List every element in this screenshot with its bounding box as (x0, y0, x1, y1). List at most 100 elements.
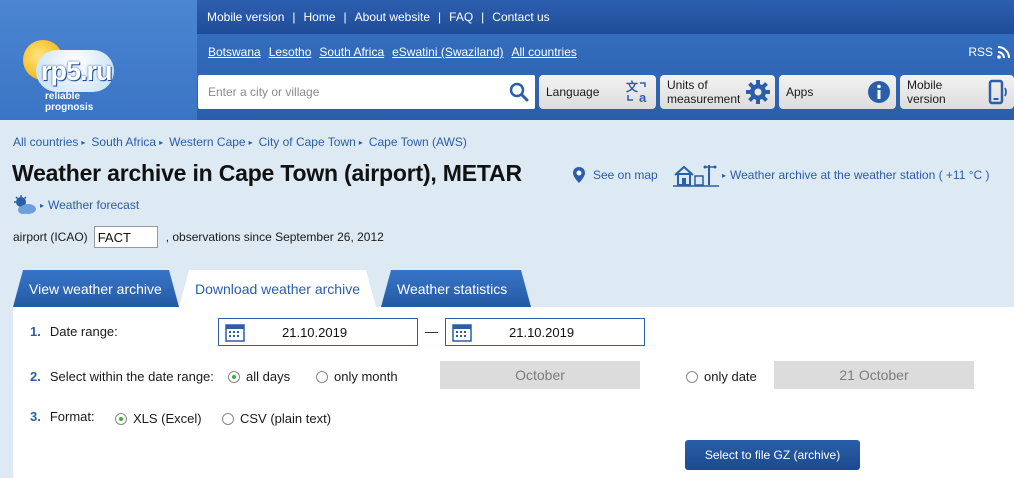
station-archive-label: Weather archive at the weather station (… (730, 168, 990, 182)
radio-dot-selected (228, 370, 240, 383)
units-button[interactable]: Units of measurement (660, 75, 775, 109)
archive-tabs: View weather archive Download weather ar… (0, 270, 1014, 307)
nav-separator: | (481, 10, 485, 24)
date-from-field[interactable]: 21.10.2019 (218, 318, 418, 346)
radio-all-days-label: all days (246, 369, 291, 384)
breadcrumb-all-countries[interactable]: All countries (13, 135, 78, 149)
country-link-eswatini[interactable]: eSwatini (Swaziland) (392, 45, 503, 59)
radio-csv-label: CSV (plain text) (240, 411, 332, 426)
breadcrumb-arrow-icon: ▸ (81, 137, 86, 147)
rss-link[interactable]: RSS (968, 45, 1010, 59)
radio-only-date-label: only date (704, 369, 757, 384)
select-within-label: 2. Select within the date range: (30, 369, 214, 384)
rss-label: RSS (968, 45, 993, 59)
tab-view-weather-archive[interactable]: View weather archive (13, 270, 179, 307)
search-box (198, 75, 535, 109)
see-on-map-link[interactable]: See on map (572, 166, 658, 184)
row-number: 1. (30, 324, 41, 339)
forecast-arrow-icon: ▸ (40, 200, 45, 210)
breadcrumb-arrow-icon: ▸ (358, 137, 363, 147)
breadcrumb-arrow-icon: ▸ (159, 137, 164, 147)
country-link-botswana[interactable]: Botswana (208, 45, 261, 59)
tab-label: View weather archive (29, 280, 162, 297)
units-label-line1: Units of (667, 78, 708, 92)
weather-forecast-label: Weather forecast (48, 198, 140, 212)
mobile-phone-icon (988, 79, 1007, 105)
rss-icon (997, 45, 1010, 59)
icao-field[interactable] (93, 226, 158, 248)
date-range-label: 1. Date range: (30, 324, 118, 339)
weather-forecast-link[interactable]: ▸ Weather forecast (13, 195, 139, 215)
nav-home[interactable]: Home (304, 10, 336, 24)
icao-row: airport (ICAO) , observations since Sept… (13, 226, 384, 248)
nav-faq[interactable]: FAQ (449, 10, 473, 24)
language-button[interactable]: Language 文 a (539, 75, 656, 109)
month-select[interactable]: October (440, 361, 640, 389)
breadcrumb-south-africa[interactable]: South Africa (91, 135, 156, 149)
observations-since: , observations since September 26, 2012 (165, 230, 384, 244)
tab-weather-statistics[interactable]: Weather statistics (381, 270, 531, 307)
date-to-field[interactable]: 21.10.2019 (445, 318, 645, 346)
nav-separator: | (292, 10, 296, 24)
site-logo[interactable]: rp5.ru reliable prognosis (18, 36, 138, 116)
mobile-version-button[interactable]: Mobile version (900, 75, 1014, 109)
tab-download-weather-archive[interactable]: Download weather archive (179, 270, 376, 307)
station-arrow-icon: ▸ (722, 170, 727, 180)
country-link-all[interactable]: All countries (512, 45, 577, 59)
row-number: 2. (30, 369, 41, 384)
weather-station-icon (673, 165, 719, 187)
radio-only-month-label: only month (334, 369, 398, 384)
search-input[interactable] (198, 75, 498, 109)
svg-text:文: 文 (626, 79, 639, 94)
mobile-label-line1: Mobile (907, 78, 943, 92)
radio-dot-selected (115, 412, 127, 425)
nav-separator: | (438, 10, 442, 24)
see-on-map-label: See on map (593, 168, 658, 182)
date-range-text: Date range: (49, 324, 118, 339)
logo-text: rp5.ru (41, 56, 113, 86)
language-label: Language (546, 85, 600, 99)
map-pin-icon (573, 167, 585, 183)
page-title: Weather archive in Cape Town (airport), … (12, 160, 522, 186)
radio-xls[interactable]: XLS (Excel) (115, 411, 202, 426)
country-link-lesotho[interactable]: Lesotho (269, 45, 312, 59)
radio-csv[interactable]: CSV (plain text) (222, 411, 331, 426)
radio-only-date[interactable]: only date (686, 369, 757, 384)
nav-about[interactable]: About website (355, 10, 430, 24)
country-links: Botswana Lesotho South Africa eSwatini (… (208, 45, 585, 59)
tab-label: Download weather archive (195, 280, 360, 297)
radio-dot (686, 370, 698, 383)
breadcrumb: All countries ▸ South Africa ▸ Western Cap… (13, 135, 467, 149)
gear-icon (746, 80, 770, 104)
date-to-value: 21.10.2019 (509, 325, 575, 340)
radio-xls-label: XLS (Excel) (133, 411, 202, 426)
icao-label: airport (ICAO) (13, 230, 88, 244)
format-text: Format: (49, 409, 95, 424)
logo-tagline-line2: prognosis (45, 102, 94, 113)
units-label: Units of measurement (667, 78, 740, 106)
logo-tagline-line1: reliable (45, 91, 81, 102)
radio-all-days[interactable]: all days (228, 369, 290, 384)
nav-contact[interactable]: Contact us (492, 10, 549, 24)
apps-button[interactable]: Apps (779, 75, 896, 109)
mobile-label-line2: version (907, 92, 946, 106)
mobile-label: Mobile version (907, 78, 946, 106)
breadcrumb-city-of-cape-town[interactable]: City of Cape Town (259, 135, 356, 149)
country-link-south-africa[interactable]: South Africa (319, 45, 384, 59)
radio-dot (222, 412, 234, 425)
select-gz-button[interactable]: Select to file GZ (archive) (685, 440, 860, 470)
search-icon[interactable] (509, 82, 529, 102)
units-label-line2: measurement (667, 92, 741, 106)
nav-mobile-version[interactable]: Mobile version (207, 10, 284, 24)
info-icon (868, 81, 890, 103)
breadcrumb-cape-town-aws[interactable]: Cape Town (AWS) (369, 135, 467, 149)
station-archive-link[interactable]: ▸ Weather archive at the weather station… (673, 162, 990, 188)
radio-only-month[interactable]: only month (316, 369, 398, 384)
nav-separator: | (343, 10, 347, 24)
format-label: 3. Format: (30, 409, 95, 424)
breadcrumb-western-cape[interactable]: Western Cape (169, 135, 245, 149)
date-select[interactable]: 21 October (774, 361, 974, 389)
svg-text:a: a (639, 90, 647, 105)
tab-label: Weather statistics (397, 280, 508, 297)
translate-icon: 文 a (626, 79, 647, 105)
